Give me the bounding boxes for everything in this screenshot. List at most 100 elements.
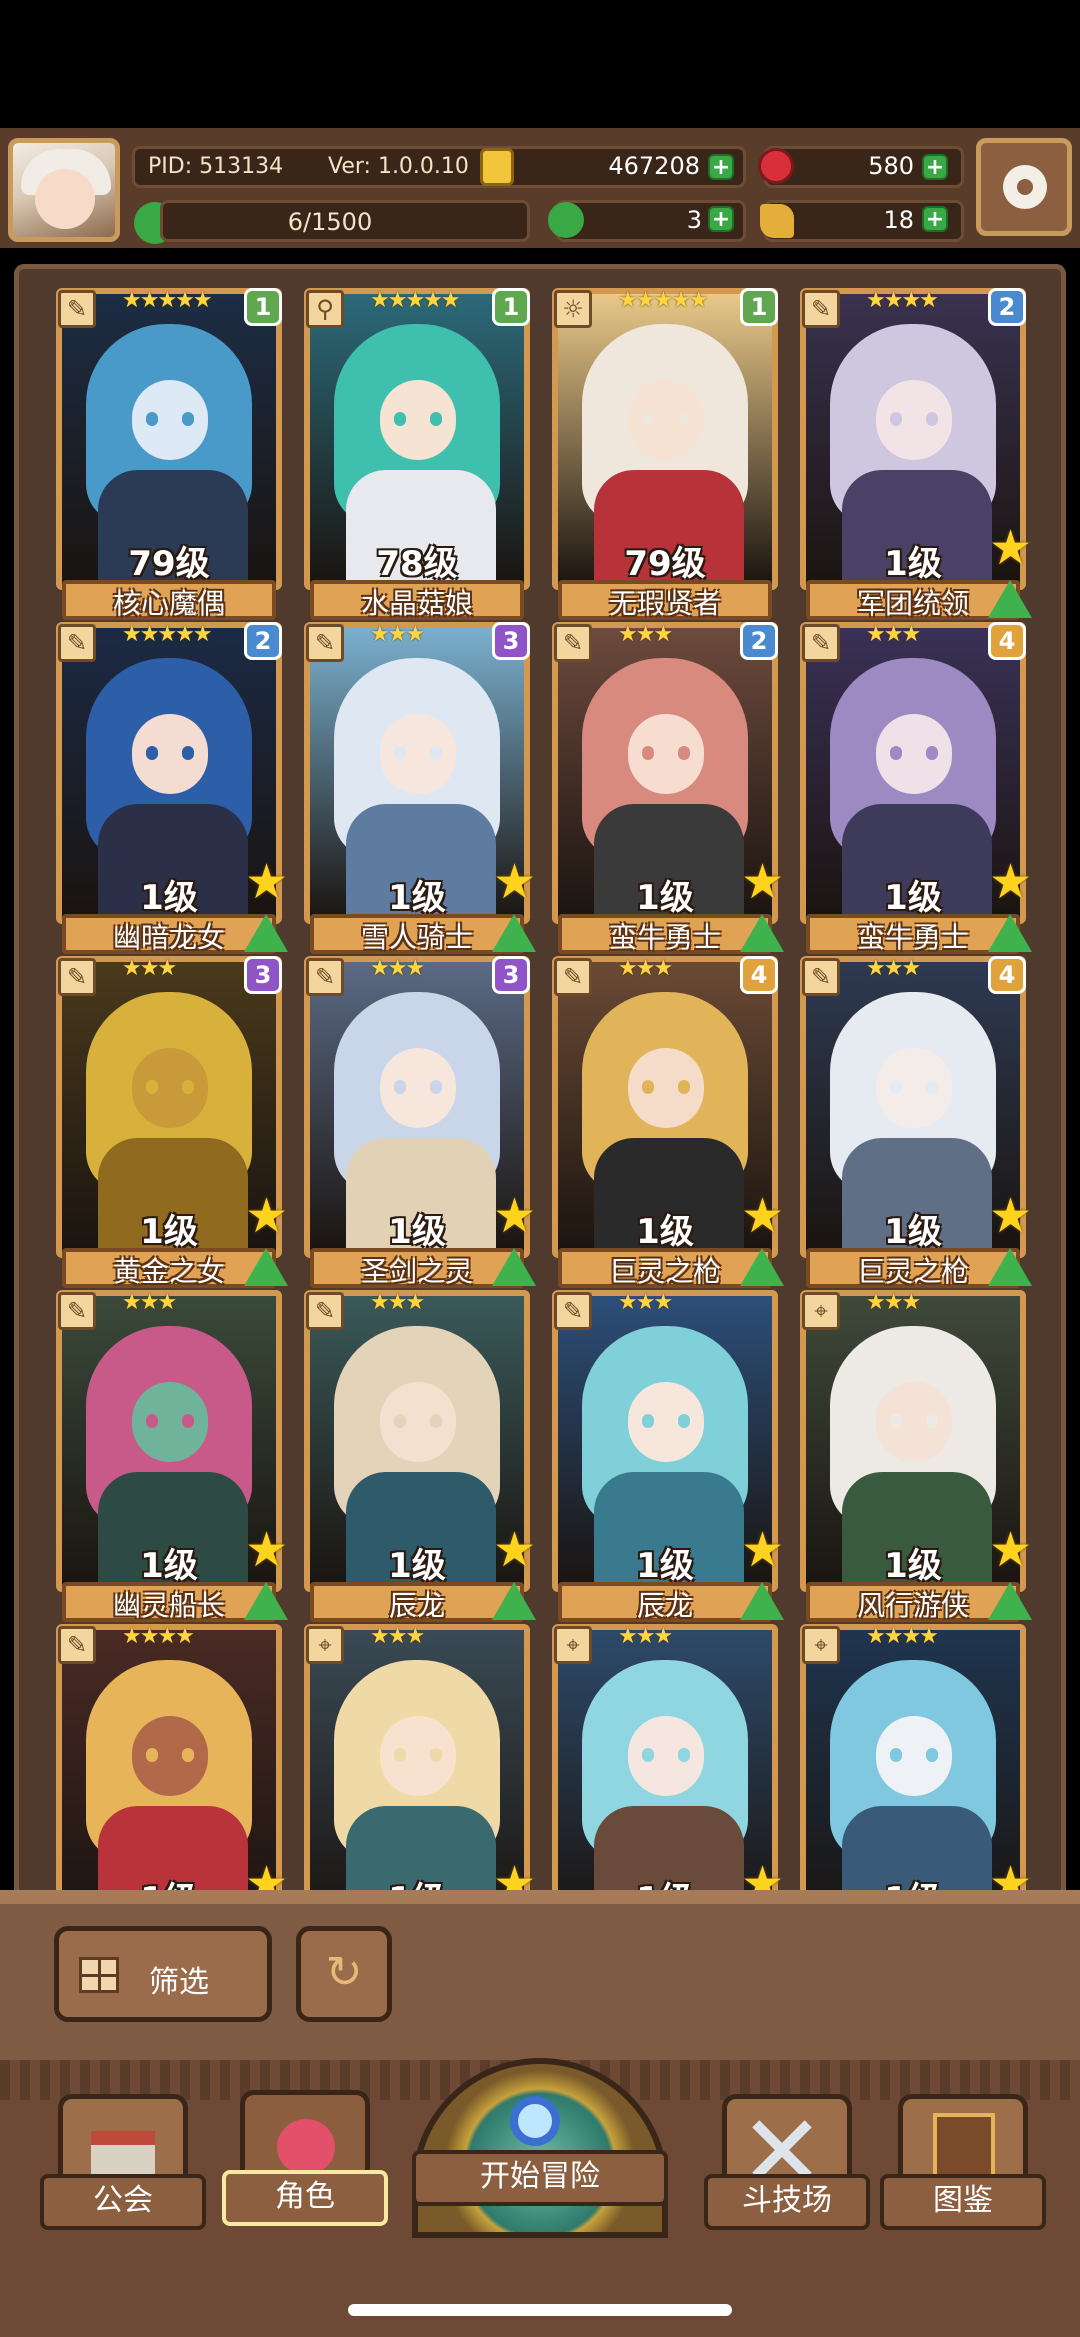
- weapon-type-icon: ✎: [802, 624, 840, 662]
- star-rating: ★★★: [866, 956, 921, 981]
- star-rating: ★★★★★: [122, 288, 213, 313]
- weapon-type-icon: ⌖: [802, 1292, 840, 1330]
- character-card[interactable]: ✎ ★★★ 4 1级 巨灵之枪 ★: [552, 956, 784, 1292]
- character-card[interactable]: ✎ ★★★★★ 1 79级 核心魔偶: [56, 288, 282, 624]
- star-upgrade-icon: ★: [492, 1856, 536, 1890]
- character-level: 79级: [624, 544, 706, 584]
- star-upgrade-icon: ★: [988, 1188, 1032, 1244]
- weapon-type-icon: ☼: [554, 290, 592, 328]
- character-card[interactable]: ✎ ★★★★ 2 1级 军团统领 ★: [800, 288, 1032, 624]
- star-upgrade-icon: ★: [988, 1856, 1032, 1890]
- level-up-arrow-icon: [740, 914, 784, 952]
- star-rating: ★★★: [370, 622, 425, 647]
- character-card[interactable]: ✎ ★★★ 1级 幽灵船长 ★: [56, 1290, 288, 1626]
- character-card[interactable]: ⌖★★★1级★: [304, 1624, 536, 1890]
- star-rating: ★★★: [370, 1290, 425, 1315]
- nav-codex[interactable]: 图鉴: [880, 2094, 1046, 2234]
- character-card[interactable]: ⚲ ★★★★★ 1 78级 水晶菇娘: [304, 288, 530, 624]
- grid-icon: [79, 1957, 119, 1993]
- character-card[interactable]: ✎ ★★★ 2 1级 蛮牛勇士 ★: [552, 622, 784, 958]
- level-up-arrow-icon: [492, 1248, 536, 1286]
- star-upgrade-icon: ★: [492, 1522, 536, 1578]
- character-card[interactable]: ✎ ★★★ 3 1级 雪人骑士 ★: [304, 622, 536, 958]
- weapon-type-icon: ✎: [554, 624, 592, 662]
- star-rating: ★★★★: [866, 288, 939, 313]
- rank-badge: 2: [988, 288, 1026, 326]
- star-upgrade-icon: ★: [988, 520, 1032, 576]
- star-upgrade-icon: ★: [988, 1522, 1032, 1578]
- character-name: 核心魔偶: [112, 587, 225, 620]
- filter-button[interactable]: 筛选: [54, 1926, 272, 2022]
- home-indicator: [348, 2304, 732, 2316]
- weapon-type-icon: ⚲: [306, 290, 344, 328]
- level-up-arrow-icon: [244, 914, 288, 952]
- start-adventure-button[interactable]: 开始冒险: [412, 2058, 668, 2238]
- level-up-arrow-icon: [492, 914, 536, 952]
- character-card[interactable]: ☼ ★★★★★ 1 79级 无瑕贤者: [552, 288, 778, 624]
- star-upgrade-icon: ★: [492, 1188, 536, 1244]
- character-card[interactable]: ⌖ ★★★ 1级 风行游侠 ★: [800, 1290, 1032, 1626]
- rank-badge: 3: [492, 956, 530, 994]
- star-rating: ★★★★★: [618, 288, 709, 313]
- magnifier-icon: [510, 2096, 560, 2146]
- character-level: 78级: [376, 544, 458, 584]
- nav-guild-label: 公会: [40, 2174, 206, 2230]
- adventure-label: 开始冒险: [412, 2150, 668, 2206]
- star-rating: ★★★★: [866, 1624, 939, 1649]
- weapon-type-icon: ✎: [58, 958, 96, 996]
- refresh-icon: ↻: [325, 1947, 363, 1998]
- nav-arena-label: 斗技场: [704, 2174, 870, 2230]
- rank-badge: 4: [988, 622, 1026, 660]
- level-up-arrow-icon: [244, 1248, 288, 1286]
- level-up-arrow-icon: [244, 1582, 288, 1620]
- weapon-type-icon: ✎: [58, 624, 96, 662]
- rank-badge: 2: [740, 622, 778, 660]
- character-card[interactable]: ✎ ★★★ 3 1级 圣剑之灵 ★: [304, 956, 536, 1292]
- star-rating: ★★★★★: [370, 288, 461, 313]
- nav-arena[interactable]: 斗技场: [704, 2094, 870, 2234]
- character-card[interactable]: ✎ ★★★ 3 1级 黄金之女 ★: [56, 956, 288, 1292]
- nav-characters[interactable]: 角色: [222, 2090, 388, 2234]
- rank-badge: 1: [492, 288, 530, 326]
- nav-codex-label: 图鉴: [880, 2174, 1046, 2230]
- character-card[interactable]: ✎ ★★★ 1级 辰龙 ★: [552, 1290, 784, 1626]
- star-rating: ★★★: [122, 1290, 177, 1315]
- star-upgrade-icon: ★: [740, 854, 784, 910]
- star-upgrade-icon: ★: [244, 1856, 288, 1890]
- character-card[interactable]: ⌖★★★★1级★: [800, 1624, 1032, 1890]
- rank-badge: 2: [244, 622, 282, 660]
- level-up-arrow-icon: [740, 1582, 784, 1620]
- nav-guild[interactable]: 公会: [40, 2094, 206, 2234]
- star-upgrade-icon: ★: [492, 854, 536, 910]
- weapon-type-icon: ✎: [306, 1292, 344, 1330]
- weapon-type-icon: ✎: [306, 624, 344, 662]
- weapon-type-icon: ✎: [554, 1292, 592, 1330]
- level-up-arrow-icon: [492, 1582, 536, 1620]
- filter-label: 筛选: [149, 1965, 209, 2000]
- character-name: 水晶菇娘: [360, 587, 473, 620]
- character-card[interactable]: ✎ ★★★★★ 2 1级 幽暗龙女 ★: [56, 622, 288, 958]
- star-rating: ★★★: [122, 956, 177, 981]
- weapon-type-icon: ✎: [58, 290, 96, 328]
- level-up-arrow-icon: [740, 1248, 784, 1286]
- star-upgrade-icon: ★: [244, 854, 288, 910]
- refresh-button[interactable]: ↻: [296, 1926, 392, 2022]
- star-upgrade-icon: ★: [740, 1856, 784, 1890]
- rank-badge: 3: [244, 956, 282, 994]
- level-up-arrow-icon: [988, 1582, 1032, 1620]
- star-upgrade-icon: ★: [740, 1188, 784, 1244]
- character-card[interactable]: ✎ ★★★ 4 1级 蛮牛勇士 ★: [800, 622, 1032, 958]
- character-card[interactable]: ✎★★★★1级★: [56, 1624, 288, 1890]
- globe-icon: [412, 2058, 668, 2238]
- character-card[interactable]: ✎ ★★★ 4 1级 巨灵之枪 ★: [800, 956, 1032, 1292]
- weapon-type-icon: ✎: [802, 958, 840, 996]
- rank-badge: 3: [492, 622, 530, 660]
- character-card[interactable]: ✎ ★★★ 1级 辰龙 ★: [304, 1290, 536, 1626]
- weapon-type-icon: ✎: [802, 290, 840, 328]
- star-upgrade-icon: ★: [244, 1188, 288, 1244]
- star-rating: ★★★★★: [122, 622, 213, 647]
- character-card[interactable]: ⌖★★★1级★: [552, 1624, 784, 1890]
- weapon-type-icon: ⌖: [802, 1626, 840, 1664]
- star-rating: ★★★: [866, 622, 921, 647]
- character-level: 79级: [128, 544, 210, 584]
